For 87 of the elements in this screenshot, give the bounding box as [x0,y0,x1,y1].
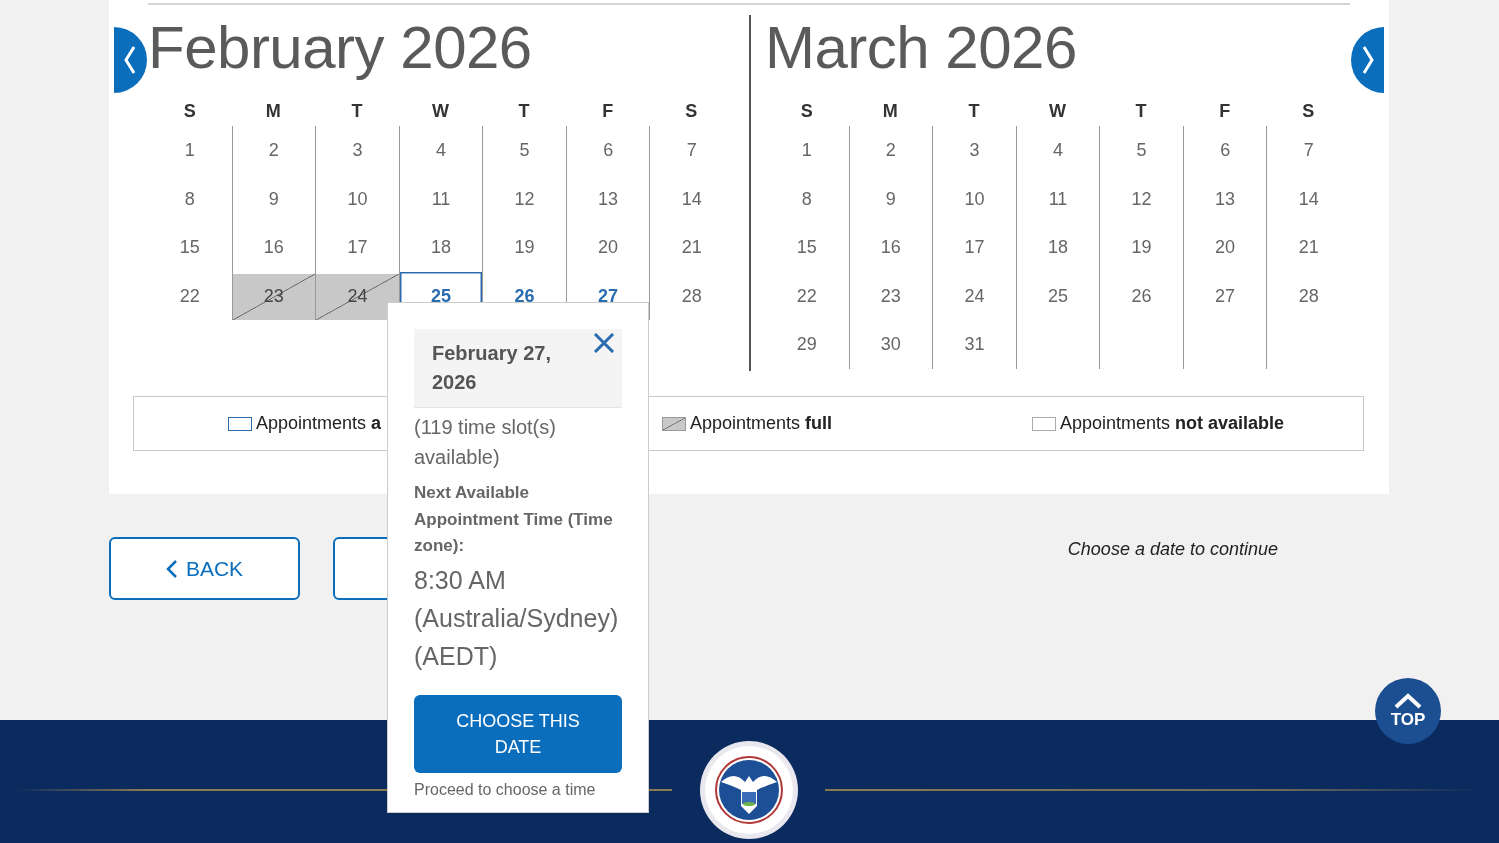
chevron-up-icon [1393,692,1423,709]
popup-title: February 27, 2026 [432,341,552,395]
day-cell-text: 15 [795,236,818,259]
day-cell: 21 [1266,223,1350,272]
back-button[interactable]: BACK [109,537,300,600]
day-cell-text: 15 [178,236,201,259]
day-cell: 3 [315,126,399,175]
day-cell: 30 [848,320,933,369]
day-cell: 10 [315,174,399,223]
day-cell: 16 [848,223,933,272]
weekday-label: W [431,100,450,123]
day-cell: 14 [649,174,733,223]
day-cell: 10 [932,174,1016,223]
day-cell: 2 [231,126,316,175]
month-title: February 2026 [148,13,533,83]
close-icon[interactable] [593,333,615,353]
day-cell-text: 29 [795,333,818,356]
weekday-label: S [182,100,197,123]
day-cell: 20 [565,223,650,272]
day-cell: 20 [1182,223,1267,272]
next-time-label: Next Available Appointment Time (Time zone): [414,482,614,557]
day-cell: 11 [398,174,483,223]
day-cell: 4 [398,126,483,175]
day-cell: 5 [482,126,566,175]
continue-hint: Choose a date to continue [1067,539,1278,560]
day-cell: 19 [482,223,566,272]
day-cell: 3 [932,126,1016,175]
day-cell: 14 [1266,174,1350,223]
slots-text: (119 time slot(s) available) [414,415,557,470]
day-cell-text: 22 [178,284,201,308]
day-cell: 25 [1015,271,1100,320]
next-month-icon[interactable] [1350,27,1384,93]
day-cell: 9 [231,174,316,223]
weekday-label: S [684,100,699,123]
weekday-label: T [517,100,531,123]
day-cell: 26 [1099,271,1183,320]
weekday-label: T [967,100,981,123]
day-cell: 17 [932,223,1016,272]
day-cell: 27 [1182,271,1267,320]
day-cell: 13 [1182,174,1267,223]
day-cell: 12 [1099,174,1183,223]
legend-label: Appointments not available [1060,413,1285,434]
next-time-value: 8:30 AM (Australia/Sydney) (AEDT) [414,564,620,672]
day-cell-text: 8 [183,187,196,211]
day-cell: 7 [649,126,733,175]
day-cell-text: 1 [800,139,813,162]
month-title: March 2026 [765,13,1078,83]
day-cell: 18 [1015,223,1100,272]
weekday-label: M [264,100,282,123]
day-cell: 17 [315,223,399,272]
proceed-hint: Proceed to choose a time [414,780,597,799]
day-cell: 5 [1099,126,1183,175]
day-cell: 28 [1266,271,1350,320]
day-cell: 11 [1015,174,1100,223]
legend-label: Appointments a [256,413,382,434]
weekday-label: F [1218,100,1232,123]
weekday-label: T [1134,100,1148,123]
day-cell: 31 [932,320,1016,369]
day-cell: 18 [398,223,483,272]
day-cell: 19 [1099,223,1183,272]
day-cell: 6 [1182,126,1267,175]
day-cell: 6 [565,126,650,175]
day-cell: 21 [649,223,733,272]
weekday-label: F [601,100,615,123]
day-cell: 23 [848,271,933,320]
previous-month-icon[interactable] [114,27,148,93]
day-cell: 7 [1266,126,1350,175]
day-cell-text: 22 [795,284,818,308]
day-cell: 12 [482,174,566,223]
day-cell: 4 [1015,126,1100,175]
chevron-left-icon [165,558,178,579]
day-cell: 9 [848,174,933,223]
day-cell: 16 [231,223,316,272]
weekday-label: M [881,100,899,123]
weekday-label: S [799,100,814,123]
weekday-label: T [350,100,364,123]
day-cell-text: 8 [800,187,813,211]
day-cell: 2 [848,126,933,175]
legend-label: Appointments full [690,413,833,434]
seal-icon [699,740,799,840]
choose-date-button[interactable]: CHOOSE THIS DATE [414,694,622,773]
weekday-label: W [1048,100,1067,123]
day-cell: 13 [565,174,650,223]
day-cell-text: 1 [183,139,196,162]
back-to-top-button[interactable]: TOP [1375,678,1441,744]
weekday-label: S [1301,100,1316,123]
day-cell: 24 [932,271,1016,320]
